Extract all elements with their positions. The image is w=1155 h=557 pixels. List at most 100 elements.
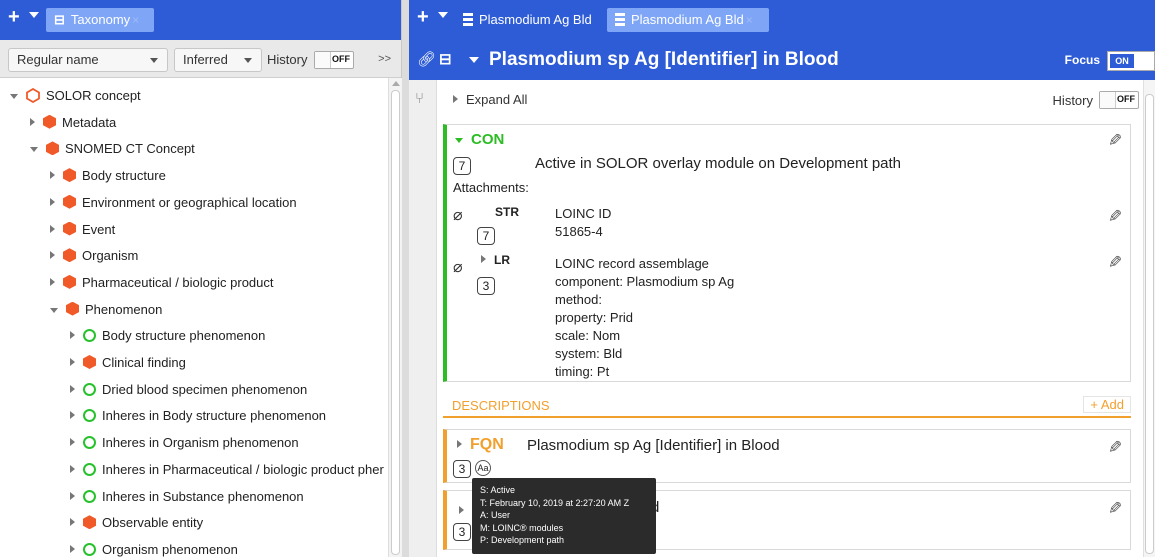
tooltip-line: P: Development path [480, 535, 565, 545]
tree-item[interactable]: Clinical finding [70, 349, 186, 376]
tree-scrollbar[interactable] [388, 78, 402, 557]
document-icon [615, 13, 625, 26]
tree-item[interactable]: Organism [50, 242, 138, 269]
collapse-triangle-icon[interactable] [30, 147, 38, 153]
tree-item[interactable]: Pharmaceutical / biologic product [50, 269, 274, 296]
tree-item[interactable]: Metadata [30, 109, 116, 136]
expand-triangle-icon[interactable] [70, 358, 75, 366]
tab-menu-caret-icon[interactable] [438, 12, 448, 18]
expand-triangle-icon[interactable] [70, 464, 75, 473]
tree-item[interactable]: Event [50, 216, 115, 243]
close-tab-icon[interactable]: × [746, 13, 753, 27]
lr-line: property: Prid [555, 310, 634, 325]
semantic-type-lr[interactable]: LR [481, 253, 510, 267]
history-toggle[interactable]: OFF [314, 51, 354, 69]
tree-item[interactable]: Organism phenomenon [70, 536, 238, 557]
collapse-triangle-icon[interactable] [10, 94, 18, 99]
edit-pencil-icon[interactable]: ✎ [1108, 499, 1122, 519]
edit-pencil-icon[interactable]: ✎ [1108, 131, 1122, 151]
link-icon[interactable]: 🔗︎ [417, 50, 436, 68]
con-header[interactable]: CON [455, 131, 504, 148]
circle-icon [83, 489, 96, 503]
focus-toggle[interactable]: ON [1107, 51, 1155, 71]
expand-triangle-icon[interactable] [70, 438, 75, 447]
stamp-badge[interactable]: 3 [453, 523, 471, 541]
stamp-badge[interactable]: 3 [477, 277, 495, 295]
expand-triangle-icon[interactable] [70, 518, 75, 527]
tree-scrollbar-thumb[interactable] [391, 90, 400, 555]
tree-item[interactable]: SOLOR concept [10, 82, 141, 109]
branch-icon[interactable]: ⑂ [415, 90, 424, 107]
detail-scrollbar-thumb[interactable] [1145, 94, 1154, 554]
expand-triangle-icon[interactable] [70, 331, 75, 340]
fqn-text: Plasmodium sp Ag [Identifier] in Blood [527, 437, 780, 454]
expand-triangle-icon[interactable] [50, 197, 55, 206]
tab-menu-caret-icon[interactable] [29, 12, 39, 18]
edit-pencil-icon[interactable]: ✎ [1108, 207, 1122, 227]
tree-item[interactable]: Body structure [50, 162, 166, 189]
scroll-up-icon[interactable] [392, 81, 400, 86]
tree-item[interactable]: Environment or geographical location [50, 189, 297, 216]
name-mode-select[interactable]: Regular name [8, 48, 168, 72]
close-tab-icon[interactable]: × [132, 13, 139, 27]
edit-pencil-icon[interactable]: ✎ [1108, 253, 1122, 273]
tab-taxonomy[interactable]: ⊟ Taxonomy × [46, 8, 154, 32]
detail-scrollbar[interactable] [1143, 80, 1155, 557]
splitter[interactable] [402, 0, 409, 557]
expand-triangle-icon[interactable] [50, 171, 55, 180]
focus-toggle-state: ON [1110, 54, 1134, 68]
expand-triangle-icon[interactable] [70, 411, 75, 420]
paperclip-icon: ⌀ [453, 207, 463, 224]
add-tab-button[interactable]: + [417, 6, 429, 28]
toggle-knob [315, 52, 331, 68]
expand-all-button[interactable]: Expand All [453, 92, 527, 107]
tree-item-label: Inheres in Body structure phenomenon [102, 408, 327, 424]
collapse-chevron-icon[interactable]: >> [378, 53, 391, 65]
expand-triangle-icon[interactable] [50, 277, 55, 286]
expand-triangle-icon[interactable] [70, 491, 75, 500]
tree-item[interactable]: Dried blood specimen phenomenon [70, 376, 307, 403]
tree-item-label: Environment or geographical location [82, 194, 297, 210]
history-toggle[interactable]: OFF [1099, 91, 1139, 109]
collapse-triangle-icon[interactable] [50, 307, 58, 313]
stamp-badge[interactable]: 7 [477, 227, 495, 245]
tab-plasmodium-1-label: Plasmodium Ag Bld [479, 12, 592, 27]
tree-item-label: Dried blood specimen phenomenon [102, 381, 308, 397]
tooltip-line: T: February 10, 2019 at 2:27:20 AM Z [480, 497, 630, 508]
lr-fields: LOINC record assemblage component: Plasm… [555, 255, 734, 381]
circle-icon [83, 409, 96, 423]
expand-triangle-icon[interactable] [70, 544, 75, 553]
tree-item-label: Phenomenon [85, 301, 163, 317]
add-description-button[interactable]: + Add [1083, 396, 1131, 413]
premise-select[interactable]: Inferred [174, 48, 262, 72]
name-mode-value: Regular name [17, 52, 99, 67]
taxonomy-icon[interactable]: ⊟ [439, 50, 452, 68]
fqn-header[interactable]: FQN [457, 436, 504, 454]
edit-pencil-icon[interactable]: ✎ [1108, 438, 1122, 458]
tree-item[interactable]: SNOMED CT Concept [30, 135, 195, 162]
expand-toggle[interactable] [459, 503, 472, 518]
tree-item[interactable]: Inheres in Pharmaceutical / biologic pro… [70, 456, 384, 483]
tree-item-label: Metadata [62, 114, 117, 130]
tree-item[interactable]: Phenomenon [50, 296, 162, 323]
stamp-badge[interactable]: 3 [453, 460, 471, 478]
expand-triangle-icon[interactable] [30, 117, 35, 126]
left-tab-bar: + ⊟ Taxonomy × [0, 0, 401, 40]
tab-plasmodium-2[interactable]: Plasmodium Ag Bld × [607, 8, 769, 32]
add-tab-button[interactable]: + [8, 6, 20, 28]
expand-triangle-icon[interactable] [50, 251, 55, 260]
right-tab-bar: + Plasmodium Ag Bld Plasmodium Ag Bld × [409, 0, 1155, 40]
tree-item[interactable]: Body structure phenomenon [70, 322, 265, 349]
tab-plasmodium-1[interactable]: Plasmodium Ag Bld [455, 8, 605, 32]
expand-triangle-icon[interactable] [70, 384, 75, 393]
tree-item[interactable]: Inheres in Organism phenomenon [70, 429, 299, 456]
taxonomy-tree: SOLOR concept Metadata SNOMED CT Concept Bo… [0, 78, 388, 557]
tree-item[interactable]: Observable entity [70, 509, 203, 536]
tree-item[interactable]: Inheres in Substance phenomenon [70, 483, 304, 510]
tree-item[interactable]: Inheres in Body structure phenomenon [70, 402, 326, 429]
hex-icon [83, 355, 96, 369]
expand-triangle-icon[interactable] [50, 224, 55, 233]
str-line: LOINC ID [555, 206, 612, 221]
stamp-badge[interactable]: 7 [453, 157, 471, 175]
chevron-down-icon[interactable] [469, 57, 479, 63]
